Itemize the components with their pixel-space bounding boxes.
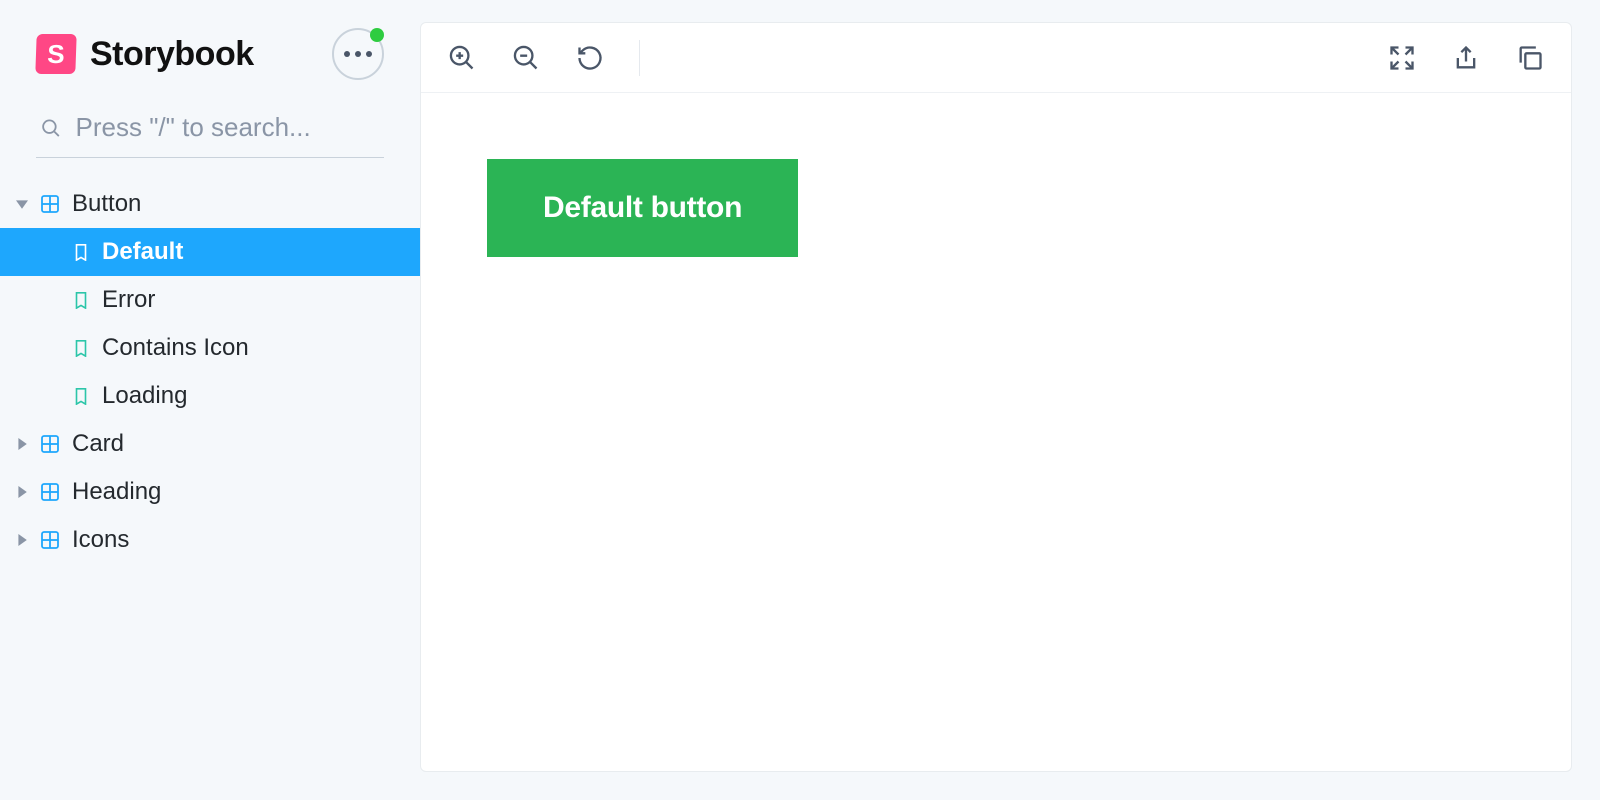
component-label: Heading	[72, 478, 161, 506]
open-new-window-button[interactable]	[1451, 43, 1481, 73]
search-field[interactable]	[36, 104, 384, 158]
share-icon	[1452, 44, 1480, 72]
story-label: Error	[102, 286, 155, 314]
brand-name: Storybook	[90, 35, 254, 74]
ellipsis-icon	[344, 51, 372, 57]
copy-link-button[interactable]	[1515, 43, 1545, 73]
search-input[interactable]	[76, 112, 384, 143]
main-menu-button[interactable]	[332, 28, 384, 80]
component-label: Card	[72, 430, 124, 458]
story-label: Contains Icon	[102, 334, 249, 362]
sidebar: S Storybook Button Default Error Contains I…	[0, 0, 420, 800]
component-row-card[interactable]: Card	[0, 420, 420, 468]
reset-zoom-button[interactable]	[575, 43, 605, 73]
zoom-in-icon	[448, 44, 476, 72]
fullscreen-icon	[1388, 44, 1416, 72]
search-icon	[40, 116, 62, 140]
zoom-out-icon	[512, 44, 540, 72]
zoom-out-button[interactable]	[511, 43, 541, 73]
component-row-heading[interactable]: Heading	[0, 468, 420, 516]
canvas: Default button	[420, 22, 1572, 772]
brand-header: S Storybook	[0, 28, 420, 104]
component-row-icons[interactable]: Icons	[0, 516, 420, 564]
fullscreen-button[interactable]	[1387, 43, 1417, 73]
brand[interactable]: S Storybook	[36, 34, 254, 74]
story-row-loading[interactable]: Loading	[0, 372, 420, 420]
story-label: Loading	[102, 382, 187, 410]
demo-default-button[interactable]: Default button	[487, 159, 798, 257]
canvas-toolbar	[421, 23, 1571, 93]
story-row-contains-icon[interactable]: Contains Icon	[0, 324, 420, 372]
story-row-default[interactable]: Default	[0, 228, 420, 276]
preview-area: Default button	[421, 93, 1571, 771]
component-row-button[interactable]: Button	[0, 180, 420, 228]
refresh-icon	[576, 44, 604, 72]
copy-icon	[1516, 44, 1544, 72]
storybook-logo-icon: S	[35, 34, 76, 74]
main-panel: Default button	[420, 0, 1600, 800]
toolbar-divider	[639, 40, 640, 76]
story-label: Default	[102, 238, 183, 266]
component-label: Icons	[72, 526, 129, 554]
story-row-error[interactable]: Error	[0, 276, 420, 324]
zoom-in-button[interactable]	[447, 43, 477, 73]
component-tree: Button Default Error Contains Icon Loading Ca…	[0, 180, 420, 564]
component-label: Button	[72, 190, 141, 218]
